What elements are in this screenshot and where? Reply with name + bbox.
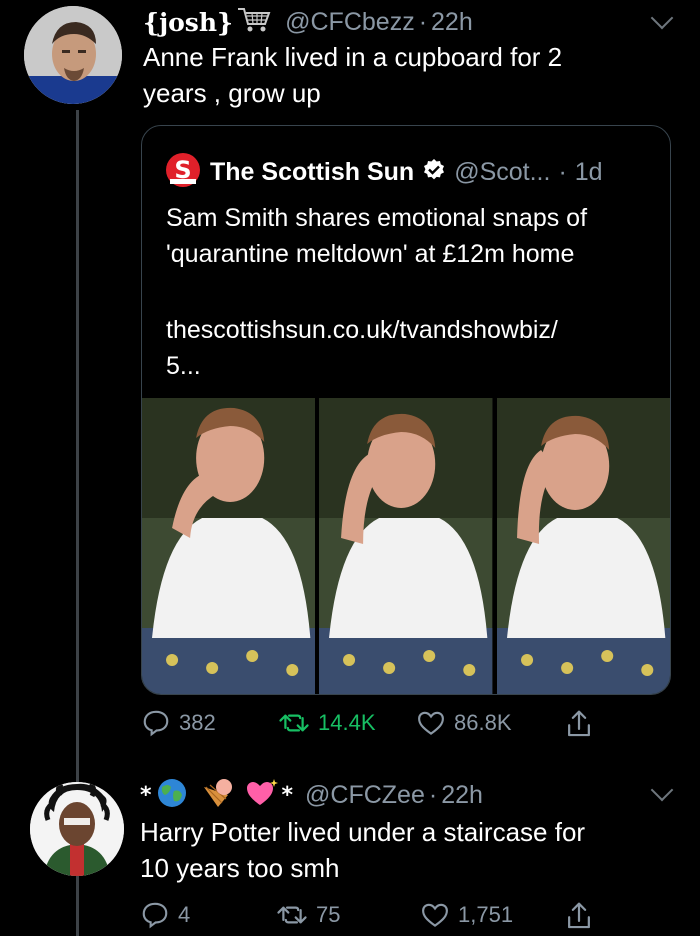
- tweet-text: Anne Frank lived in a cupboard for 2 yea…: [143, 39, 562, 111]
- photo-1[interactable]: [142, 398, 316, 694]
- ice-cream-icon: [200, 777, 234, 814]
- share-icon: [568, 902, 590, 929]
- retweet-button[interactable]: 14.4K: [278, 708, 376, 738]
- quoted-text-line: Sam Smith shares emotional snaps of: [166, 204, 588, 232]
- quoted-link-line: 5...: [166, 352, 201, 380]
- retweet-icon: [277, 906, 307, 924]
- reply-count: 382: [179, 710, 216, 735]
- shopping-cart-icon: [237, 6, 271, 39]
- quoted-link[interactable]: thescottishsun.co.uk/tvandshowbiz/ 5...: [166, 312, 558, 384]
- share-icon: [568, 710, 590, 737]
- heart-icon: [418, 711, 444, 735]
- share-button[interactable]: [564, 900, 594, 932]
- tweet-text-line: years , grow up: [143, 78, 321, 108]
- display-name[interactable]: {josh}: [143, 8, 233, 37]
- tweet2-header: * * @CFCZee · 22h: [140, 777, 483, 814]
- reply-count: 4: [178, 902, 191, 927]
- photo-2[interactable]: [319, 398, 493, 694]
- avatar-josh[interactable]: [24, 6, 122, 104]
- separator: ·: [418, 8, 428, 36]
- quoted-header: S The Scottish Sun @Scot... · 1d: [164, 152, 603, 193]
- quoted-name[interactable]: The Scottish Sun: [210, 158, 414, 187]
- like-button[interactable]: 86.8K: [416, 708, 512, 738]
- timestamp[interactable]: 22h: [441, 781, 483, 810]
- retweet-button[interactable]: 75: [276, 900, 340, 930]
- display-name-suffix: *: [281, 783, 294, 808]
- like-count: 86.8K: [454, 710, 512, 735]
- tweet1-header: {josh} @CFCbezz · 22h: [143, 6, 473, 39]
- quoted-timestamp[interactable]: 1d: [575, 158, 603, 187]
- retweet-count: 75: [316, 902, 341, 927]
- globe-icon: [156, 777, 188, 814]
- separator: ·: [428, 781, 438, 809]
- handle[interactable]: @CFCbezz: [285, 8, 415, 37]
- quoted-handle[interactable]: @Scot...: [454, 158, 550, 187]
- verified-badge-icon: [422, 158, 446, 187]
- reply-icon: [143, 710, 169, 737]
- reply-button[interactable]: 382: [141, 708, 216, 738]
- scottish-sun-logo-icon: S: [164, 152, 202, 193]
- like-count: 1,751: [458, 902, 514, 927]
- tweet-text-line: Harry Potter lived under a staircase for: [140, 817, 586, 847]
- chevron-down-icon[interactable]: [650, 6, 674, 30]
- quoted-text: Sam Smith shares emotional snaps of 'qua…: [166, 200, 587, 272]
- quoted-link-line: thescottishsun.co.uk/tvandshowbiz/: [166, 316, 558, 344]
- quoted-tweet-card[interactable]: S The Scottish Sun @Scot... · 1d Sam Smi…: [141, 125, 671, 695]
- avatar-cfczee[interactable]: [30, 782, 124, 876]
- heart-icon: [422, 903, 448, 927]
- like-button[interactable]: 1,751: [420, 900, 513, 930]
- display-name-prefix: *: [140, 783, 152, 808]
- tweet-text-line: 10 years too smh: [140, 853, 340, 883]
- photo-3[interactable]: [496, 398, 670, 694]
- reply-icon: [142, 902, 168, 929]
- timestamp[interactable]: 22h: [431, 8, 473, 37]
- quoted-media[interactable]: [142, 398, 670, 694]
- chevron-down-icon[interactable]: [650, 778, 674, 802]
- share-button[interactable]: [564, 708, 594, 740]
- tweet-text-line: Anne Frank lived in a cupboard for 2: [143, 42, 563, 72]
- tweet-text: Harry Potter lived under a staircase for…: [140, 814, 585, 886]
- separator: ·: [558, 158, 567, 186]
- sparkling-heart-icon: [244, 777, 278, 814]
- retweet-icon: [279, 714, 309, 732]
- reply-button[interactable]: 4: [140, 900, 190, 930]
- quoted-text-line: 'quarantine meltdown' at £12m home: [166, 240, 575, 268]
- retweet-count: 14.4K: [318, 710, 376, 735]
- handle[interactable]: @CFCZee: [305, 781, 425, 810]
